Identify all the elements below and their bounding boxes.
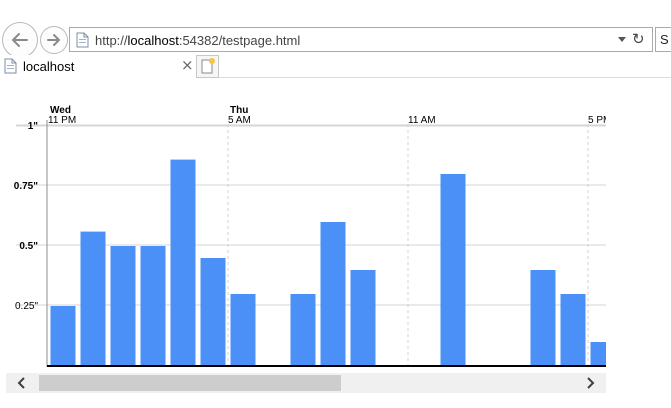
y-tick-label: 0.5" bbox=[19, 241, 38, 252]
y-tick-label: 0.75" bbox=[14, 181, 38, 192]
bar bbox=[320, 222, 346, 366]
y-tick-label: 0.25" bbox=[15, 301, 38, 312]
new-tab-icon bbox=[201, 58, 215, 74]
url-host: localhost bbox=[127, 33, 179, 48]
scroll-left-button[interactable] bbox=[6, 373, 38, 393]
bar bbox=[50, 306, 76, 366]
x-tick-time-label: 11 PM bbox=[48, 115, 76, 126]
tab-title: localhost bbox=[23, 59, 75, 74]
bar bbox=[560, 294, 586, 366]
bar bbox=[350, 270, 376, 366]
scroll-right-button[interactable] bbox=[574, 373, 606, 393]
forward-arrow-icon bbox=[47, 34, 60, 46]
x-tick-time-label: 5 AM bbox=[228, 115, 251, 126]
back-arrow-icon bbox=[12, 33, 28, 47]
back-button[interactable] bbox=[2, 22, 38, 58]
bar bbox=[110, 246, 136, 366]
forward-button[interactable] bbox=[40, 26, 68, 54]
bar bbox=[290, 294, 316, 366]
bar bbox=[440, 174, 466, 366]
y-tick-label: 1" bbox=[28, 121, 39, 132]
scroll-left-arrow-icon bbox=[17, 377, 25, 389]
tab-localhost[interactable]: localhost × bbox=[0, 55, 195, 78]
bar bbox=[170, 159, 196, 366]
url-scheme: http:// bbox=[95, 33, 128, 48]
bar bbox=[590, 342, 606, 366]
scroll-right-arrow-icon bbox=[587, 377, 595, 389]
page-icon bbox=[4, 58, 17, 74]
bar bbox=[230, 294, 256, 366]
search-placeholder: S bbox=[660, 32, 669, 47]
new-tab-button[interactable] bbox=[196, 55, 219, 78]
x-tick-time-label: 5 PM bbox=[588, 115, 606, 126]
chart-bars bbox=[50, 159, 606, 366]
refresh-icon[interactable]: ↻ bbox=[632, 31, 645, 48]
tab-strip-divider bbox=[219, 77, 671, 78]
scrollbar-thumb[interactable] bbox=[39, 375, 341, 391]
bar bbox=[200, 258, 226, 366]
x-tick-time-label: 11 AM bbox=[408, 115, 436, 126]
address-dropdown-icon[interactable] bbox=[618, 37, 626, 42]
page-icon bbox=[76, 32, 89, 48]
search-input[interactable]: S bbox=[655, 27, 671, 52]
bar bbox=[140, 246, 166, 366]
close-icon[interactable]: × bbox=[181, 57, 194, 74]
url-rest: :54382/testpage.html bbox=[178, 33, 301, 48]
bar bbox=[530, 270, 556, 366]
address-bar[interactable]: http://localhost:54382/testpage.html ↻ bbox=[69, 27, 653, 52]
precipitation-chart: 1"0.75"0.5"0.25"Wed11 PMThu5 AM11 AM5 PM bbox=[14, 105, 606, 367]
url-text[interactable]: http://localhost:54382/testpage.html bbox=[95, 33, 300, 48]
horizontal-scrollbar[interactable] bbox=[6, 373, 606, 393]
bar bbox=[80, 231, 106, 366]
